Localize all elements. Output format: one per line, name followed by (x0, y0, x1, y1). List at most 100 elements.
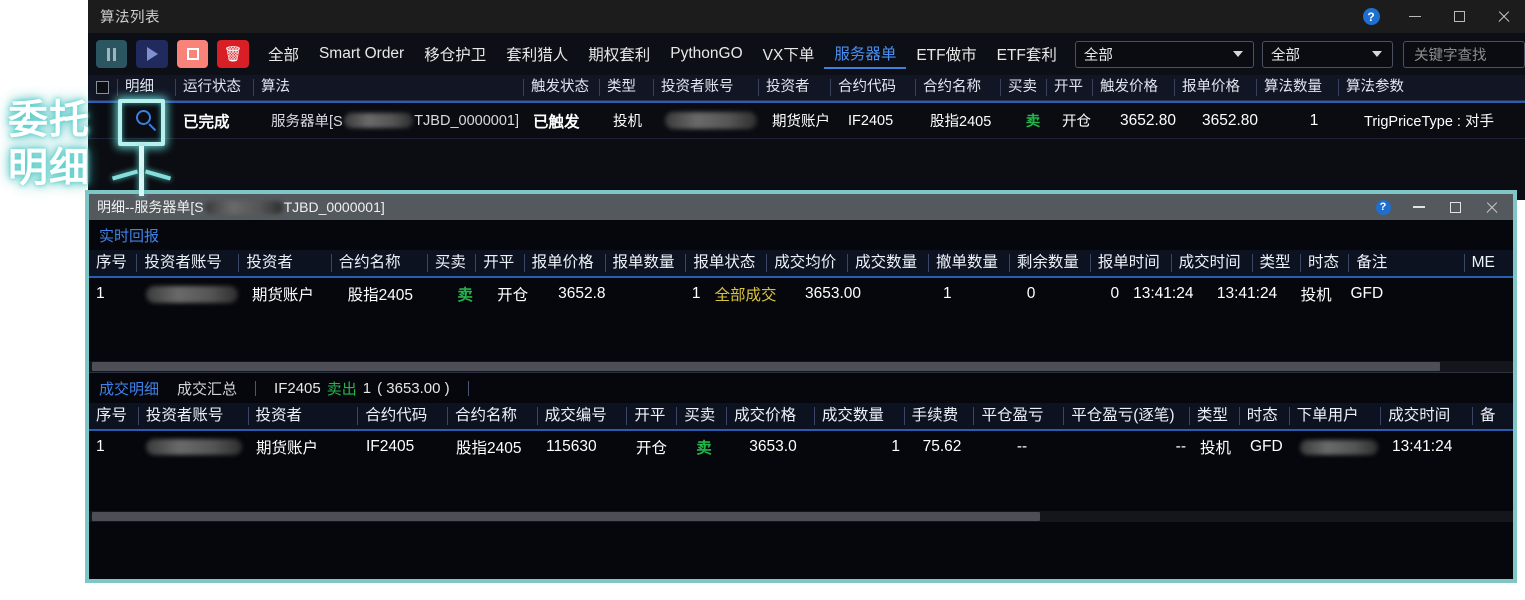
pause-button[interactable] (96, 40, 128, 68)
col-order-qty[interactable]: 报单数量 (606, 254, 687, 272)
select-all-checkbox-cell[interactable] (88, 79, 118, 96)
tab-realtime-report[interactable]: 实时回报 (99, 225, 159, 246)
realtime-table-row[interactable]: 1 期货账户 股指2405 卖 开仓 3652.8 1 全部成交 3653.00… (89, 278, 1513, 310)
tab-pythongo[interactable]: PythonGO (660, 39, 752, 69)
tab-qiquantaoli[interactable]: 期权套利 (578, 39, 660, 69)
tab-taolilieren[interactable]: 套利猎人 (496, 39, 578, 69)
col-contract-name[interactable]: 合约名称 (916, 79, 1001, 96)
col-order-user[interactable]: 下单用户 (1290, 407, 1382, 425)
col-algo-params[interactable]: 算法参数 (1339, 79, 1429, 96)
col-algo-quantity[interactable]: 算法数量 (1257, 79, 1339, 96)
checkbox-icon[interactable] (96, 81, 109, 94)
lower-scroll-thumb[interactable] (92, 512, 1040, 521)
col-investor[interactable]: 投资者 (239, 254, 332, 272)
col-close-pl-tick[interactable]: 平仓盈亏(逐笔) (1064, 407, 1190, 425)
col-remark[interactable]: 备 (1473, 407, 1513, 425)
cell-contract-name: 股指2405 (347, 287, 414, 304)
cell-cancel-qty: 0 (1026, 285, 1036, 302)
col-trade-qty[interactable]: 成交数量 (815, 407, 905, 425)
tab-trade-summary[interactable]: 成交汇总 (177, 378, 237, 399)
tab-all[interactable]: 全部 (258, 39, 309, 69)
col-investor[interactable]: 投资者 (249, 407, 359, 425)
col-order-time[interactable]: 报单时间 (1091, 254, 1172, 272)
tab-vx-order[interactable]: VX下单 (753, 39, 825, 69)
close-button[interactable] (1481, 0, 1525, 33)
col-seq[interactable]: 序号 (89, 407, 139, 425)
col-tense[interactable]: 时态 (1301, 254, 1350, 272)
col-trade-price[interactable]: 成交价格 (727, 407, 815, 425)
col-close-pl[interactable]: 平仓盈亏 (974, 407, 1065, 425)
col-offset[interactable]: 开平 (476, 254, 525, 272)
help-button[interactable]: ? (1349, 0, 1393, 33)
col-seq[interactable]: 序号 (89, 254, 138, 272)
col-contract-code[interactable]: 合约代码 (358, 407, 448, 425)
col-order-price[interactable]: 报单价格 (525, 254, 606, 272)
close-icon (1485, 201, 1498, 214)
close-icon (1497, 10, 1510, 23)
detail-help-button[interactable]: ? (1365, 194, 1401, 220)
cell-avg-price: 3653.00 (805, 285, 862, 302)
col-investor-account[interactable]: 投资者账号 (654, 79, 759, 96)
col-offset[interactable]: 开平 (627, 407, 678, 425)
stop-button[interactable] (176, 40, 209, 68)
upper-horizontal-scrollbar[interactable] (89, 361, 1513, 372)
col-avg-price[interactable]: 成交均价 (767, 254, 849, 272)
col-offset[interactable]: 开平 (1047, 79, 1093, 96)
col-contract-code[interactable]: 合约代码 (831, 79, 916, 96)
trade-table-row[interactable]: 1 期货账户 IF2405 股指2405 115630 开仓 卖 3653.0 … (89, 431, 1513, 463)
play-button[interactable] (136, 40, 168, 68)
col-trigger-status[interactable]: 触发状态 (524, 79, 600, 96)
col-direction[interactable]: 买卖 (677, 407, 728, 425)
col-investor[interactable]: 投资者 (759, 79, 831, 96)
col-type[interactable]: 类型 (1253, 254, 1301, 272)
tab-trade-detail[interactable]: 成交明细 (99, 378, 159, 399)
col-order-price[interactable]: 报单价格 (1175, 79, 1257, 96)
col-fee[interactable]: 手续费 (905, 407, 975, 425)
col-trade-qty[interactable]: 成交数量 (848, 254, 930, 272)
table-row[interactable]: 已完成 服务器单[S TJBD_0000001] 已触发 投机 期货账户 IF2… (88, 101, 1525, 139)
col-remark[interactable]: 备注 (1349, 254, 1465, 272)
search-input[interactable]: 关键字查找 (1403, 40, 1525, 68)
col-contract-name[interactable]: 合约名称 (332, 254, 428, 272)
tab-etf-arb[interactable]: ETF套利 (987, 39, 1067, 69)
filter-dropdown-2[interactable]: 全部 (1262, 40, 1393, 68)
cell-type: 投机 (1200, 440, 1232, 457)
lower-horizontal-scrollbar[interactable] (89, 511, 1513, 522)
col-trade-time[interactable]: 成交时间 (1172, 254, 1253, 272)
detail-minimize-button[interactable] (1401, 194, 1437, 220)
col-cancel-qty[interactable]: 撤单数量 (929, 254, 1010, 272)
tab-yicanghuwei[interactable]: 移仓护卫 (414, 39, 496, 69)
detail-close-button[interactable] (1473, 194, 1509, 220)
col-direction[interactable]: 买卖 (428, 254, 477, 272)
detail-maximize-button[interactable] (1437, 194, 1473, 220)
col-trade-time[interactable]: 成交时间 (1381, 407, 1474, 425)
upper-scroll-thumb[interactable] (92, 362, 1440, 371)
redacted-title-account (204, 201, 283, 214)
col-tense[interactable]: 时态 (1240, 407, 1290, 425)
col-direction[interactable]: 买卖 (1001, 79, 1047, 96)
col-investor-account[interactable]: 投资者账号 (137, 254, 240, 272)
col-run-status[interactable]: 运行状态 (176, 79, 254, 96)
summary-price: ( 3653.00 ) (377, 379, 450, 397)
filter-dropdown-2-value: 全部 (1271, 47, 1301, 64)
col-detail[interactable]: 明细 (118, 79, 176, 96)
cell-close-pl: -- (1016, 438, 1028, 455)
tab-server-order[interactable]: 服务器单 (824, 39, 907, 69)
tab-etf-market[interactable]: ETF做市 (906, 39, 986, 69)
delete-button[interactable]: 🗑 (217, 40, 249, 68)
col-type[interactable]: 类型 (600, 79, 654, 96)
col-algorithm[interactable]: 算法 (254, 79, 524, 96)
col-trade-no[interactable]: 成交编号 (538, 407, 628, 425)
minimize-button[interactable] (1393, 0, 1437, 33)
col-contract-name[interactable]: 合约名称 (448, 407, 538, 425)
col-type[interactable]: 类型 (1190, 407, 1240, 425)
col-trigger-price[interactable]: 触发价格 (1093, 79, 1175, 96)
maximize-button[interactable] (1437, 0, 1481, 33)
col-order-status[interactable]: 报单状态 (686, 254, 768, 272)
col-me[interactable]: ME (1465, 254, 1513, 272)
col-remain-qty[interactable]: 剩余数量 (1010, 254, 1091, 272)
cell-investor: 期货账户 (772, 114, 830, 130)
filter-dropdown-1[interactable]: 全部 (1074, 40, 1255, 68)
col-investor-account[interactable]: 投资者账号 (139, 407, 249, 425)
tab-smart-order[interactable]: Smart Order (309, 39, 414, 69)
